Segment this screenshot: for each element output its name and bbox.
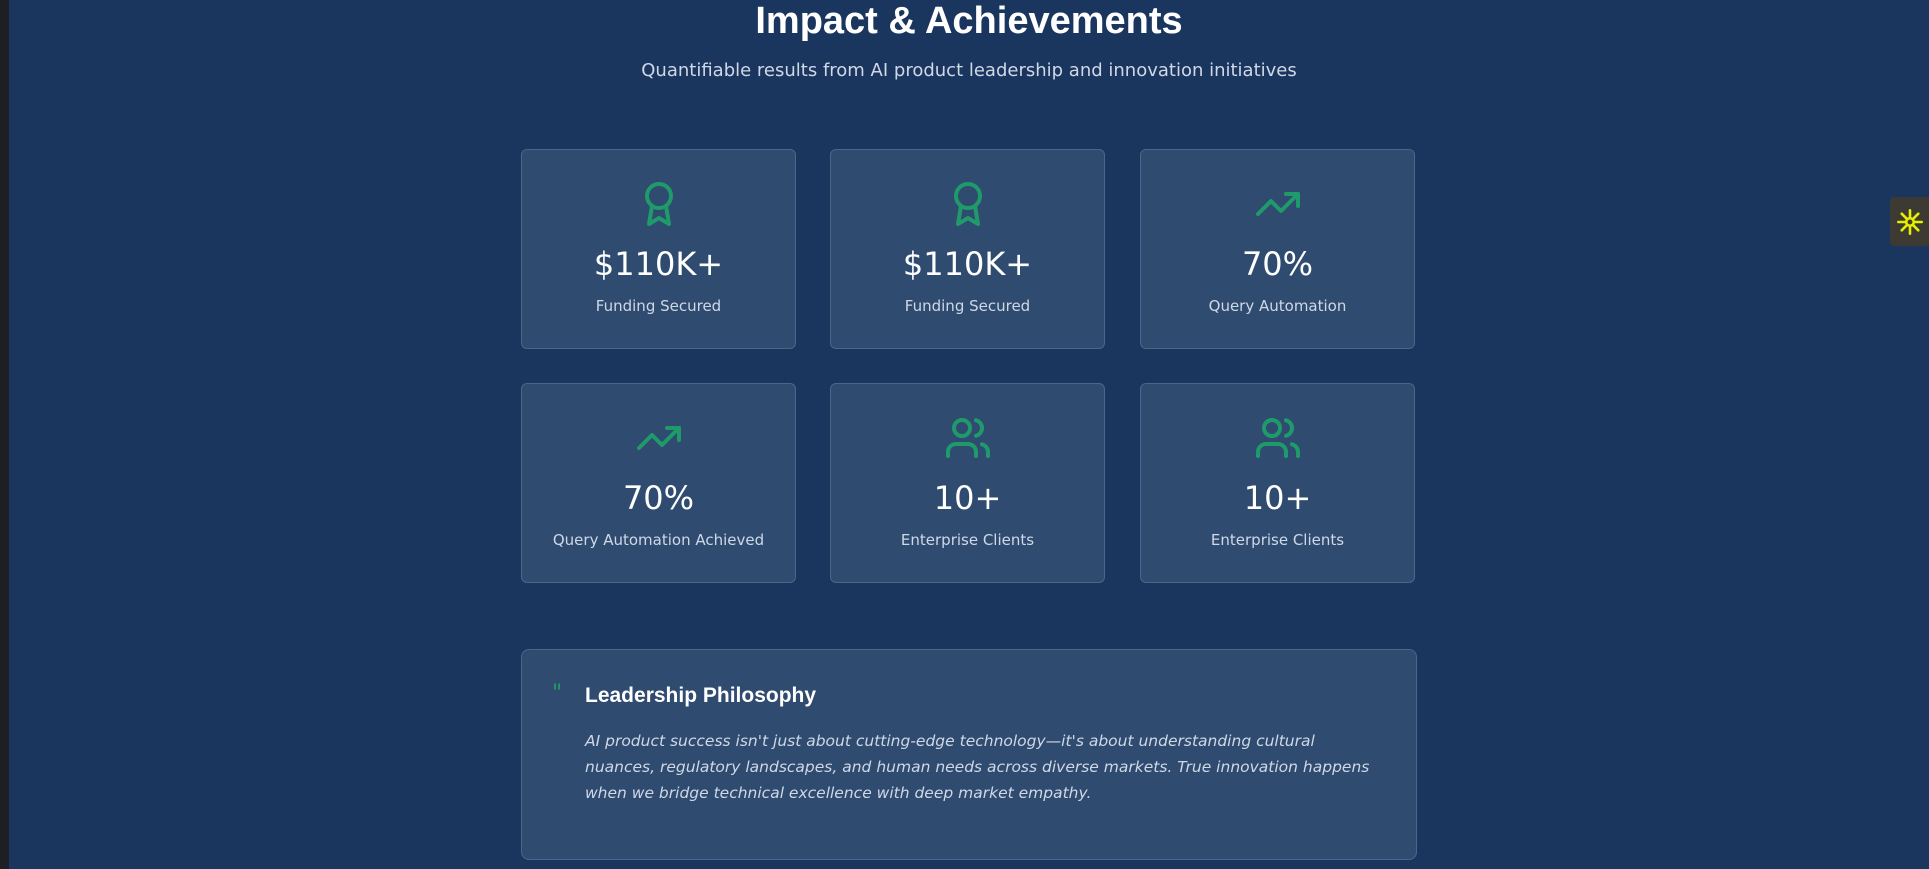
stat-card-funding-2: $110K+ Funding Secured [830, 149, 1105, 349]
page-title: Impact & Achievements [755, 0, 1183, 42]
left-edge-bar [0, 0, 9, 869]
stat-label: Query Automation Achieved [552, 531, 765, 549]
stat-value: $110K+ [902, 245, 1033, 283]
leadership-philosophy-card: " Leadership Philosophy AI product succe… [521, 649, 1417, 860]
award-icon [944, 180, 992, 228]
trending-up-icon [635, 414, 683, 462]
page-subtitle: Quantifiable results from AI product lea… [641, 60, 1297, 81]
stat-label: Funding Secured [904, 297, 1031, 315]
users-icon [1254, 414, 1302, 462]
stat-value: $110K+ [593, 245, 724, 283]
quote-icon: " [552, 681, 563, 706]
side-widget-button[interactable] [1890, 197, 1929, 246]
sparkle-icon [1896, 208, 1924, 236]
stat-card-query-automation: 70% Query Automation [1140, 149, 1415, 349]
stat-value: 10+ [933, 479, 1002, 517]
users-icon [944, 414, 992, 462]
stat-value: 10+ [1243, 479, 1312, 517]
stat-label: Enterprise Clients [1210, 531, 1345, 549]
award-icon [635, 180, 683, 228]
stat-card-enterprise-clients-2: 10+ Enterprise Clients [1140, 383, 1415, 583]
stat-label: Enterprise Clients [900, 531, 1035, 549]
stat-label: Query Automation [1208, 297, 1347, 315]
stat-value: 70% [622, 479, 695, 517]
stat-card-query-automation-achieved: 70% Query Automation Achieved [521, 383, 796, 583]
stat-label: Funding Secured [595, 297, 722, 315]
stat-card-funding-1: $110K+ Funding Secured [521, 149, 796, 349]
trending-up-icon [1254, 180, 1302, 228]
philosophy-text: AI product success isn't just about cutt… [585, 732, 1370, 802]
stat-value: 70% [1241, 245, 1314, 283]
philosophy-title: Leadership Philosophy [585, 684, 817, 707]
stat-card-enterprise-clients-1: 10+ Enterprise Clients [830, 383, 1105, 583]
